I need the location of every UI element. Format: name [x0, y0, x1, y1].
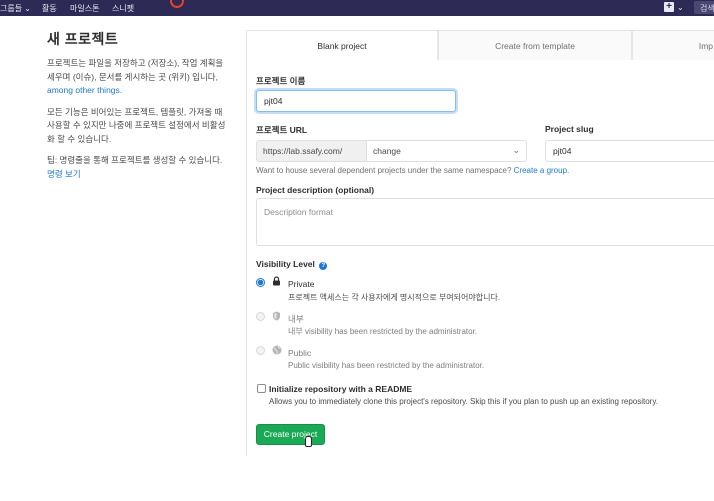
visibility-private-radio[interactable]: [256, 278, 265, 287]
namespace-select[interactable]: change ⌄: [367, 140, 527, 162]
page-title: 새 프로젝트: [47, 31, 119, 47]
group-help-text: Want to house several dependent projects…: [256, 166, 570, 175]
project-creation-tabs: Blank project Create from template Imp: [246, 30, 714, 61]
nav-groups-dropdown[interactable]: 그룹들 ⌄: [0, 3, 31, 14]
chevron-down-icon: ⌄: [677, 2, 684, 12]
tab-blank-project[interactable]: Blank project: [246, 30, 438, 61]
among-other-things-link[interactable]: among other things.: [47, 85, 122, 95]
project-description-label: Project description (optional): [256, 185, 375, 195]
visibility-public-desc: Public visibility has been restricted by…: [288, 361, 485, 370]
features-description-text: 모든 기능은 비어있는 프로젝트, 템플릿, 가져올 때 사용할 수 있지만 나…: [47, 106, 226, 144]
nav-snippets[interactable]: 스니펫: [112, 3, 134, 14]
visibility-internal-desc: 내부 visibility has been restricted by the…: [288, 327, 478, 336]
nav-activity[interactable]: 활동: [42, 3, 57, 14]
question-circle-icon[interactable]: ?: [319, 262, 328, 270]
new-project-sidebar: 새 프로젝트 프로젝트는 파일을 저장하고 (저장소), 작업 계획을 세우며 …: [47, 29, 232, 189]
project-name-label: 프로젝트 이름: [256, 76, 306, 86]
visibility-internal-title: 내부: [288, 314, 304, 324]
hand-cursor-icon: [305, 436, 312, 447]
project-description-text: 프로젝트는 파일을 저장하고 (저장소), 작업 계획을 세우며 (이슈), 문…: [47, 58, 224, 95]
visibility-public-title: Public: [288, 348, 312, 358]
plus-icon: +: [664, 2, 674, 12]
tab-import-project[interactable]: Imp: [632, 30, 714, 60]
chevron-down-icon: ⌄: [512, 145, 520, 155]
project-description-textarea[interactable]: Description format: [256, 198, 714, 246]
new-item-dropdown[interactable]: + ⌄: [664, 2, 684, 12]
visibility-internal-radio[interactable]: [256, 312, 265, 321]
view-commands-link[interactable]: 명령 보기: [47, 169, 81, 179]
visibility-private-title: Private: [288, 279, 315, 289]
globe-icon: [272, 345, 282, 357]
create-project-button[interactable]: Create project: [256, 424, 325, 445]
init-readme-desc: Allows you to immediately clone this pro…: [269, 397, 658, 406]
project-url-prefix: https://lab.ssafy.com/: [256, 140, 367, 162]
namespace-value: change: [373, 146, 401, 156]
shield-icon: [272, 311, 281, 323]
lock-icon: [272, 276, 281, 288]
project-name-input[interactable]: pjt04: [256, 90, 456, 112]
visibility-private-desc: 프로젝트 액세스는 각 사용자에게 명시적으로 부여되어야합니다.: [288, 293, 501, 302]
search-input[interactable]: 검색: [694, 1, 714, 14]
visibility-level-label: Visibility Level ?: [256, 259, 328, 270]
create-group-link[interactable]: Create a group.: [514, 166, 570, 175]
project-slug-label: Project slug: [545, 124, 594, 134]
form-divider: [246, 60, 247, 456]
cli-tip-text: 팁: 명령줄을 통해 프로젝트를 생성할 수 있습니다. 명령 보기: [47, 155, 223, 179]
visibility-public-radio[interactable]: [256, 346, 265, 355]
init-readme-checkbox[interactable]: [257, 384, 266, 393]
init-readme-label: Initialize repository with a README: [269, 384, 413, 394]
logo-fragment-icon: [170, 0, 184, 8]
top-navbar: 그룹들 ⌄ 활동 마일스톤 스니펫 + ⌄ 검색: [0, 0, 714, 16]
tab-create-from-template[interactable]: Create from template: [438, 30, 632, 60]
nav-milestones[interactable]: 마일스톤: [70, 3, 99, 14]
project-slug-input[interactable]: pjt04: [545, 140, 714, 162]
project-url-label: 프로젝트 URL: [256, 125, 308, 135]
